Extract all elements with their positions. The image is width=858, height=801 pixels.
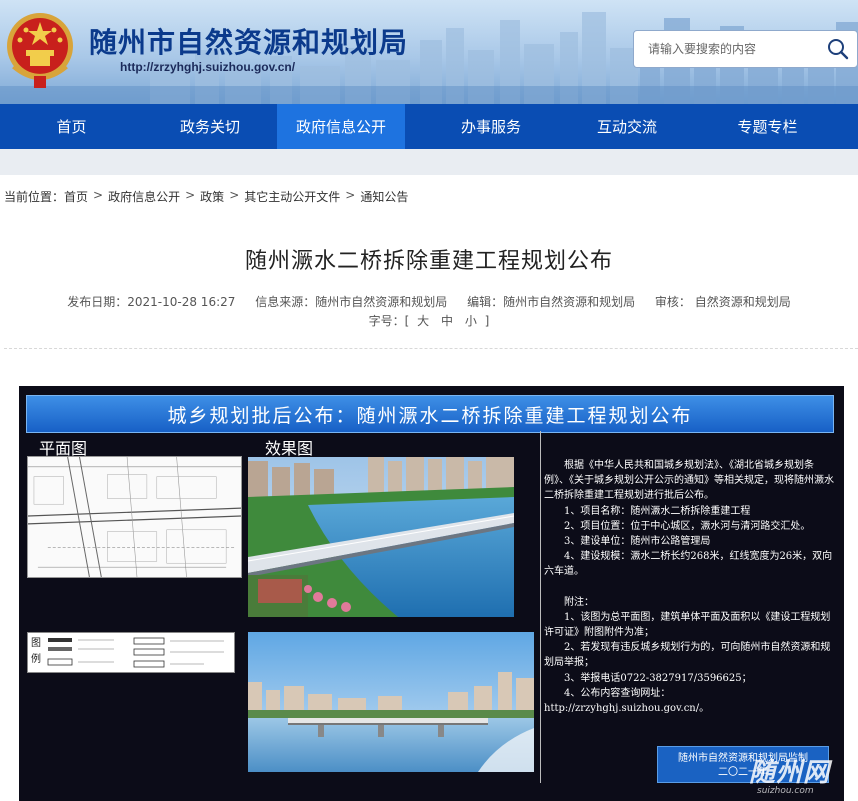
content-divider [4, 348, 858, 349]
breadcrumb-prefix: 当前位置： [4, 190, 65, 204]
font-size-small[interactable]: 小 [465, 314, 477, 328]
render-view-label: 效果图 [265, 439, 314, 458]
info-source: 信息来源：随州市自然资源和规划局 [255, 295, 448, 309]
site-header: 随州市自然资源和规划局 http://zrzyhghj.suizhou.gov.… [0, 0, 858, 104]
nav-item-interaction[interactable]: 互动交流 [577, 104, 677, 149]
article-title: 随州㵐水二桥拆除重建工程规划公布 [244, 249, 613, 274]
breadcrumb-item-government-info[interactable]: 政府信息公开 [108, 188, 180, 205]
watermark-domain: suizhou.com [757, 786, 814, 796]
nav-item-home[interactable]: 首页 [0, 104, 143, 149]
bridge-front-render-image [248, 632, 534, 772]
search-icon[interactable] [823, 34, 853, 64]
breadcrumb-separator: > [345, 188, 356, 202]
breadcrumb-separator: > [185, 188, 196, 202]
plan-legend: 图 例 [27, 632, 235, 673]
breadcrumb-item-home[interactable]: 首页 [64, 188, 88, 205]
nav-item-special-topics[interactable]: 专题专栏 [677, 104, 858, 149]
planning-notice-poster: 城乡规划批后公布：随州㵐水二桥拆除重建工程规划公布 平面图 效果图 图 例 根据… [19, 386, 844, 801]
notice-scale: 4、建设规模：㵐水二桥长约268米，红线宽度为26米，双向六车道。 [544, 551, 833, 578]
notes-title: 附注： [564, 596, 594, 608]
font-size-switcher: 字号：[ 大 中 小 ] [0, 312, 858, 329]
breadcrumb-item-notices[interactable]: 通知公告 [360, 188, 408, 205]
breadcrumb-item-other-files[interactable]: 其它主动公开文件 [244, 188, 340, 205]
article-meta: 发布日期：2021-10-28 16:27 信息来源：随州市自然资源和规划局 编… [0, 293, 858, 310]
font-size-label: 字号：[ [368, 314, 410, 328]
site-url[interactable]: http://zrzyhghj.suizhou.gov.cn/ [120, 60, 295, 74]
search-input[interactable] [634, 31, 823, 67]
note-url: http://zrzyhghj.suizhou.gov.cn/。 [544, 703, 710, 715]
nav-item-government-info[interactable]: 政府信息公开 [277, 104, 405, 149]
font-size-medium[interactable]: 中 [441, 314, 453, 328]
bridge-aerial-render-image [248, 457, 514, 617]
notice-intro: 根据《中华人民共和国城乡规划法》、《湖北省城乡规划条例》、《关于城乡规划公开公示… [544, 460, 834, 502]
editor: 编辑：随州市自然资源和规划局 [467, 295, 636, 309]
main-nav: 首页 政务关切 政府信息公开 办事服务 互动交流 专题专栏 [0, 104, 858, 149]
breadcrumb: 当前位置： 首页 > 政府信息公开 > 政策 > 其它主动公开文件 > 通知公告 [4, 188, 408, 205]
site-plan-image [27, 456, 242, 578]
note-2: 2、若发现有违反城乡规划行为的，可向随州市自然资源和规划局举报； [544, 642, 831, 669]
publish-date: 发布日期：2021-10-28 16:27 [67, 295, 236, 309]
notice-project-name: 1、项目名称：随州㵐水二桥拆除重建工程 [564, 505, 751, 517]
legend-symbols-image [47, 637, 224, 668]
font-size-end: ] [484, 314, 490, 328]
note-1: 1、该图为总平面图，建筑单体平面及面积以《建设工程规划许可证》附图附件为准； [544, 611, 831, 639]
notice-builder: 3、建设单位：随州市公路管理局 [564, 536, 711, 548]
reviewer: 审核： 自然资源和规划局 [654, 295, 791, 309]
note-4: 4、公布内容查询网址： [564, 687, 671, 699]
breadcrumb-separator: > [93, 188, 104, 202]
nav-item-government-concerns[interactable]: 政务关切 [143, 104, 277, 149]
national-emblem-icon [7, 13, 73, 88]
site-title: 随州市自然资源和规划局 [89, 26, 409, 59]
breadcrumb-item-policy[interactable]: 政策 [200, 188, 224, 205]
note-3: 3、举报电话0722-3827917/3596625； [564, 672, 752, 684]
font-size-large[interactable]: 大 [417, 314, 429, 328]
search-box [633, 30, 858, 68]
poster-divider-line [540, 431, 541, 783]
notice-project-location: 2、项目位置：位于中心城区，㵐水河与清河路交汇处。 [564, 520, 811, 532]
watermark-logo: 随州网 [749, 758, 831, 788]
notice-text: 根据《中华人民共和国城乡规划法》、《湖北省城乡规划条例》、《关于城乡规划公开公示… [544, 458, 834, 716]
nav-item-services[interactable]: 办事服务 [405, 104, 577, 149]
nav-bottom-strip [0, 149, 858, 175]
legend-label: 图 例 [31, 638, 41, 665]
poster-banner: 城乡规划批后公布：随州㵐水二桥拆除重建工程规划公布 [26, 395, 834, 433]
breadcrumb-separator: > [229, 188, 240, 202]
